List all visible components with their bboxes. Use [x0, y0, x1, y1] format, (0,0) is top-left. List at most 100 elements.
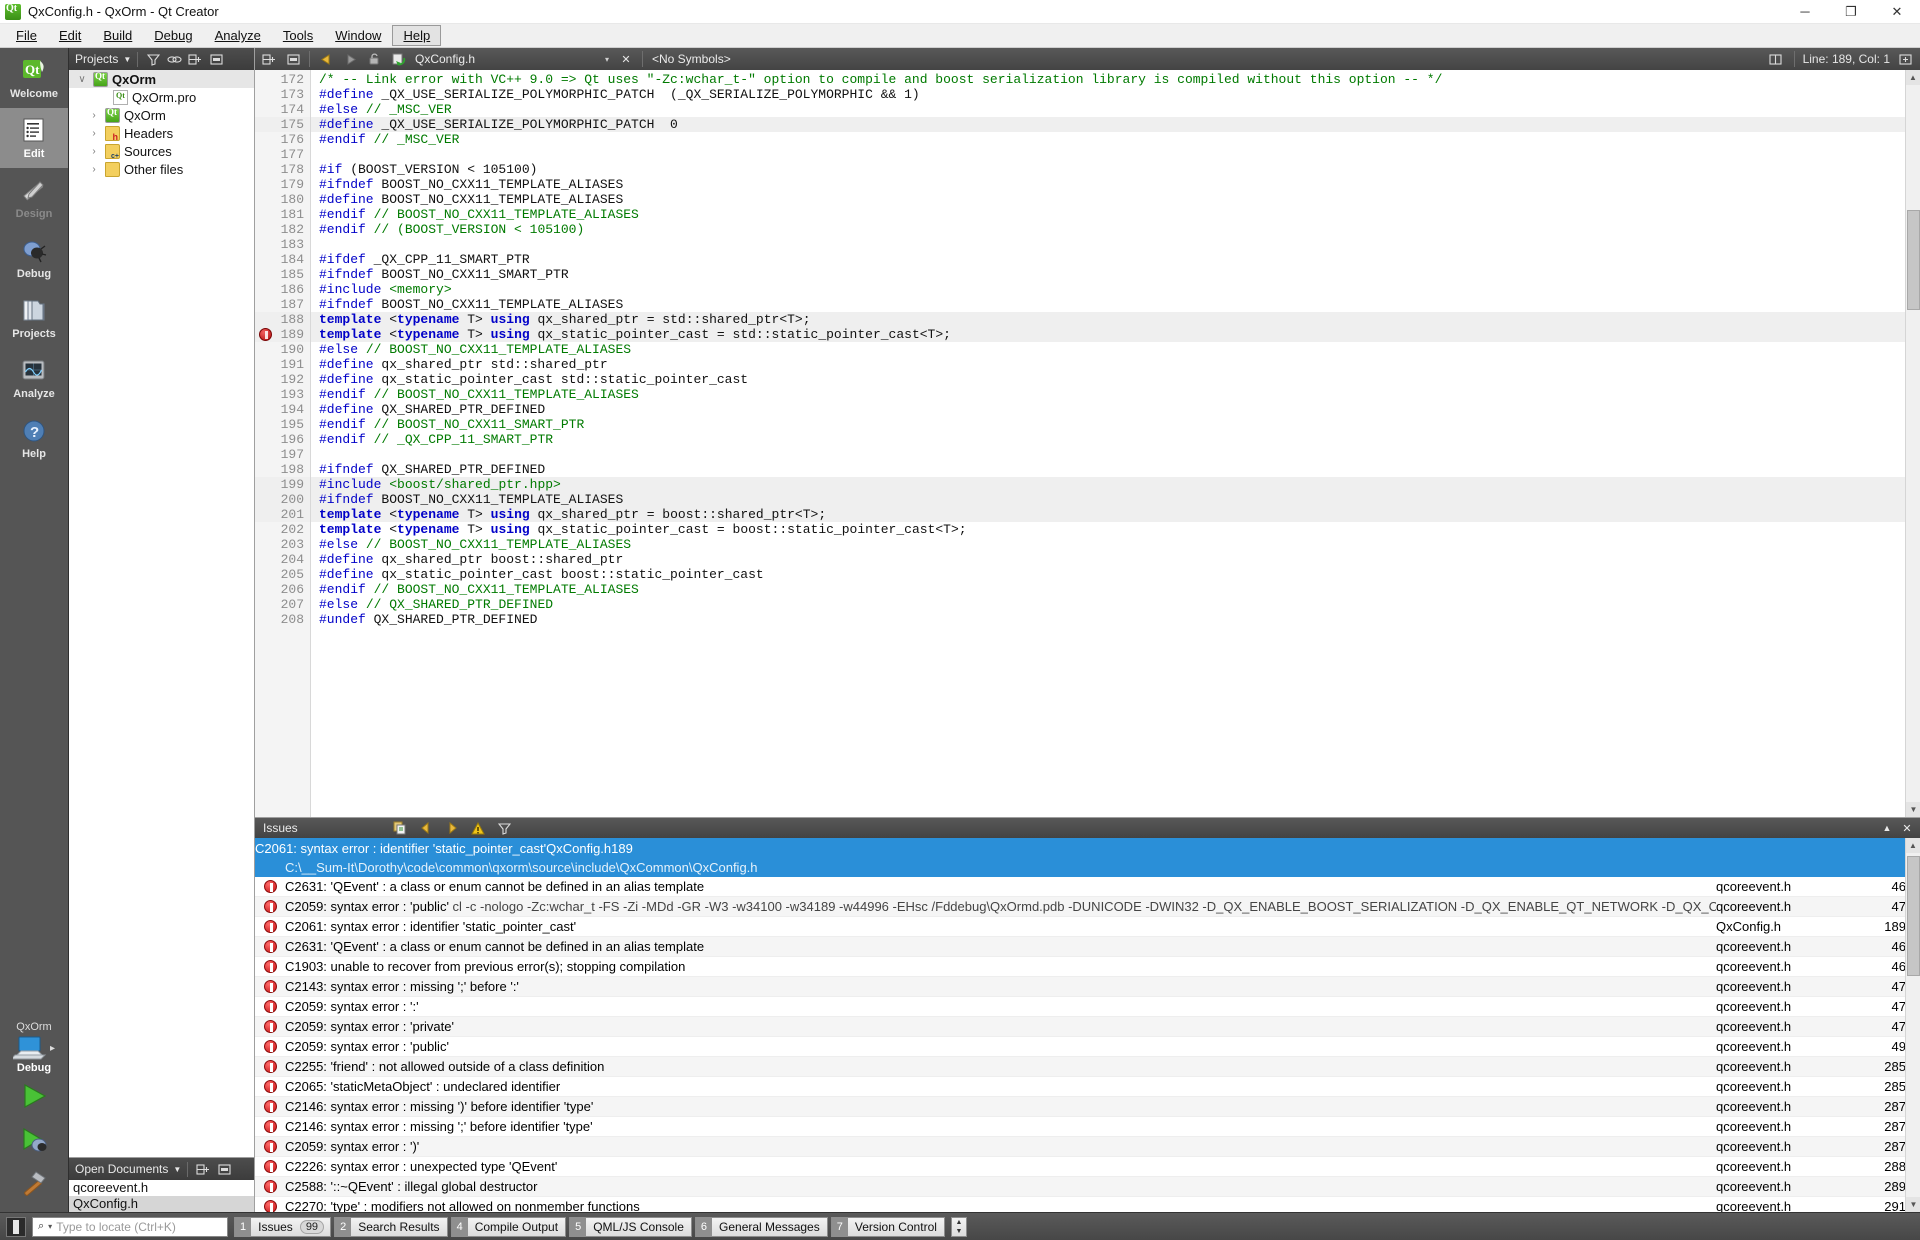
gutter-line-198[interactable]: 198 — [255, 462, 310, 477]
gutter-line-206[interactable]: 206 — [255, 582, 310, 597]
code-line[interactable]: #include <boost/shared_ptr.hpp> — [311, 477, 1920, 492]
gutter-line-173[interactable]: 173 — [255, 87, 310, 102]
output-pane-button-search-results[interactable]: 2 Search Results — [334, 1216, 448, 1237]
gutter-line-180[interactable]: 180 — [255, 192, 310, 207]
issue-row[interactable]: C2061: syntax error : identifier 'static… — [255, 917, 1920, 937]
build-button[interactable] — [10, 1162, 58, 1206]
gutter-line-199[interactable]: 199 — [255, 477, 310, 492]
yellow-left-arrow-icon[interactable] — [316, 50, 336, 68]
code-line[interactable]: #undef QX_SHARED_PTR_DEFINED — [311, 612, 1920, 627]
gutter-line-200[interactable]: 200 — [255, 492, 310, 507]
code-line[interactable]: #else // _MSC_VER — [311, 102, 1920, 117]
symbol-combo[interactable]: <No Symbols> — [649, 50, 879, 68]
editor-vertical-scrollbar[interactable]: ▲ ▼ — [1905, 70, 1920, 817]
projects-dock-title[interactable]: Projects — [75, 52, 118, 66]
issue-row[interactable]: C2255: 'friend' : not allowed outside of… — [255, 1057, 1920, 1077]
collapse-icon[interactable] — [283, 50, 303, 68]
yellow-left-arrow-icon[interactable] — [417, 819, 435, 837]
issue-row-selected[interactable]: C2061: syntax error : identifier 'static… — [255, 838, 1920, 877]
code-line[interactable]: #endif // BOOST_NO_CXX11_TEMPLATE_ALIASE… — [311, 207, 1920, 222]
tree-item-headers[interactable]: › Headers — [69, 124, 254, 142]
code-line[interactable]: #define _QX_USE_SERIALIZE_POLYMORPHIC_PA… — [311, 117, 1920, 132]
chevron-down-icon[interactable]: ▾ — [605, 55, 609, 64]
debug-button[interactable] — [10, 1118, 58, 1162]
open-document-item[interactable]: qcoreevent.h — [69, 1180, 254, 1196]
output-pane-button-compile-output[interactable]: 4 Compile Output — [450, 1216, 567, 1237]
split-editor-icon[interactable] — [1766, 50, 1786, 68]
issue-row[interactable]: C2065: 'staticMetaObject' : undeclared i… — [255, 1077, 1920, 1097]
gutter-line-194[interactable]: 194 — [255, 402, 310, 417]
gutter-line-196[interactable]: 196 — [255, 432, 310, 447]
mode-welcome[interactable]: Qt Welcome — [0, 48, 68, 108]
tree-item-other-files[interactable]: › Other files — [69, 160, 254, 178]
file-combo[interactable]: QxConfig.h ▾ — [412, 50, 612, 68]
menu-window[interactable]: Window — [324, 25, 392, 46]
issues-list[interactable]: ▲ ▼ C2061: syntax error : identifier 'st… — [255, 838, 1920, 1212]
issue-row[interactable]: C2146: syntax error : missing ';' before… — [255, 1117, 1920, 1137]
chevron-down-icon[interactable]: ▼ — [123, 55, 131, 64]
issue-row[interactable]: C2059: syntax error : ')' qcoreevent.h 287 — [255, 1137, 1920, 1157]
issue-row[interactable]: C2143: syntax error : missing ';' before… — [255, 977, 1920, 997]
scroll-up-arrow-icon[interactable]: ▲ — [1906, 70, 1920, 85]
stepper-down-arrow-icon[interactable]: ▼ — [952, 1227, 966, 1236]
issue-row[interactable]: C2588: '::~QEvent' : illegal global dest… — [255, 1177, 1920, 1197]
gutter-line-175[interactable]: 175 — [255, 117, 310, 132]
code-line[interactable]: #ifndef BOOST_NO_CXX11_TEMPLATE_ALIASES — [311, 297, 1920, 312]
chevron-down-icon[interactable]: ▼ — [173, 1165, 181, 1174]
gutter-line-201[interactable]: 201 — [255, 507, 310, 522]
scroll-down-arrow-icon[interactable]: ▼ — [1906, 1197, 1920, 1212]
mode-debug[interactable]: Debug — [0, 228, 68, 288]
menu-tools[interactable]: Tools — [272, 25, 324, 46]
menu-file[interactable]: File — [5, 25, 48, 46]
collapse-icon[interactable] — [207, 50, 225, 68]
minimize-button[interactable]: ─ — [1782, 0, 1828, 24]
code-line[interactable]: template <typename T> using qx_shared_pt… — [311, 312, 1920, 327]
line-col-indicator[interactable]: Line: 189, Col: 1 — [1803, 52, 1890, 66]
split-plus-icon[interactable] — [194, 1160, 212, 1178]
run-button[interactable] — [10, 1074, 58, 1118]
issues-vertical-scrollbar[interactable]: ▲ ▼ — [1905, 838, 1920, 1212]
gutter-line-172[interactable]: 172 — [255, 72, 310, 87]
tree-item-qxorm-root[interactable]: ∨ QxOrm — [69, 70, 254, 88]
issue-row[interactable]: C2059: syntax error : 'public' qcoreevent… — [255, 1037, 1920, 1057]
menu-edit[interactable]: Edit — [48, 25, 92, 46]
scroll-down-arrow-icon[interactable]: ▼ — [1906, 802, 1920, 817]
gutter-line-193[interactable]: 193 — [255, 387, 310, 402]
issue-row[interactable]: C2631: 'QEvent' : a class or enum cannot… — [255, 937, 1920, 957]
code-line[interactable] — [311, 447, 1920, 462]
mode-help[interactable]: ? Help — [0, 408, 68, 468]
open-document-item[interactable]: QxConfig.h — [69, 1196, 254, 1212]
close-button[interactable]: ✕ — [1874, 0, 1920, 24]
gutter-line-176[interactable]: 176 — [255, 132, 310, 147]
warning-triangle-icon[interactable] — [469, 819, 487, 837]
yellow-right-arrow-icon[interactable] — [443, 819, 461, 837]
code-line[interactable]: #ifdef _QX_CPP_11_SMART_PTR — [311, 252, 1920, 267]
scroll-up-arrow-icon[interactable]: ▲ — [1906, 838, 1920, 853]
code-line[interactable]: #define qx_static_pointer_cast boost::st… — [311, 567, 1920, 582]
close-icon[interactable]: ✕ — [1898, 819, 1916, 837]
code-line[interactable]: #define QX_SHARED_PTR_DEFINED — [311, 402, 1920, 417]
gutter-line-186[interactable]: 186 — [255, 282, 310, 297]
menu-help[interactable]: Help — [392, 25, 442, 46]
code-editor[interactable]: 172 173 174 175 176 177 178 179 180 181 182 183 184 1… — [255, 70, 1920, 817]
gutter-line-208[interactable]: 208 — [255, 612, 310, 627]
code-line[interactable]: #endif // BOOST_NO_CXX11_SMART_PTR — [311, 417, 1920, 432]
output-pane-button-issues[interactable]: 1 Issues 99 — [234, 1216, 332, 1237]
menu-analyze[interactable]: Analyze — [204, 25, 272, 46]
sidebar-toggle-icon[interactable] — [6, 1216, 26, 1237]
gutter-line-204[interactable]: 204 — [255, 552, 310, 567]
maximize-button[interactable]: ❐ — [1828, 0, 1874, 24]
reload-green-icon[interactable] — [388, 50, 408, 68]
tree-item-sources[interactable]: › Sources — [69, 142, 254, 160]
gutter-line-179[interactable]: 179 — [255, 177, 310, 192]
chevron-right-icon[interactable]: › — [87, 146, 101, 157]
output-pane-stepper[interactable]: ▲ ▼ — [950, 1216, 967, 1237]
menu-build[interactable]: Build — [92, 25, 143, 46]
code-line[interactable] — [311, 147, 1920, 162]
gutter-line-177[interactable]: 177 — [255, 147, 310, 162]
gutter-line-203[interactable]: 203 — [255, 537, 310, 552]
gutter-line-184[interactable]: 184 — [255, 252, 310, 267]
code-line[interactable]: #define qx_shared_ptr std::shared_ptr — [311, 357, 1920, 372]
gutter-line-191[interactable]: 191 — [255, 357, 310, 372]
split-plus-icon[interactable] — [259, 50, 279, 68]
